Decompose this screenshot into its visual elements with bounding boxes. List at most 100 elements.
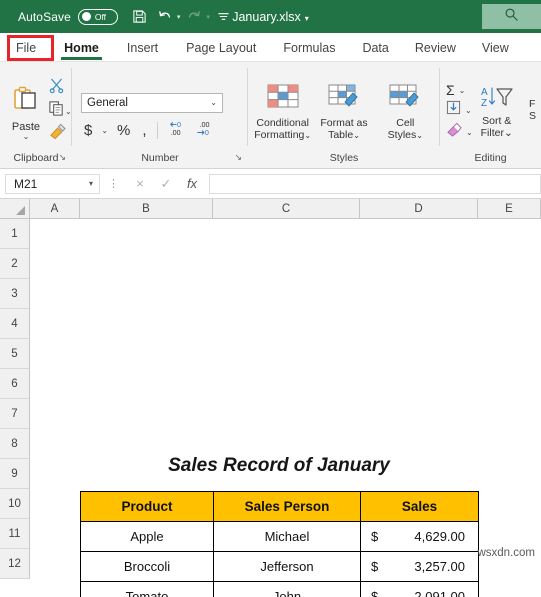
paste-caret-icon[interactable]: ⌄ — [23, 132, 30, 140]
sheet-title[interactable]: Sales Record of January — [80, 451, 478, 481]
percent-format-button[interactable]: % — [117, 122, 130, 139]
table-header-product[interactable]: Product — [80, 491, 214, 522]
clear-caret-icon[interactable]: ⌄ — [466, 128, 473, 136]
column-header-c[interactable]: C — [213, 199, 360, 218]
tab-formulas[interactable]: Formulas — [283, 41, 335, 61]
name-box[interactable]: M21 ▾ — [5, 173, 100, 194]
table-body: Apple Michael $4,629.00 Broccoli Jefferson $… — [80, 521, 479, 597]
cell-product[interactable]: Tomato — [80, 581, 214, 597]
confirm-entry-icon[interactable]: ✓ — [153, 176, 179, 192]
column-header-b[interactable]: B — [80, 199, 213, 218]
cell-person[interactable]: Michael — [213, 521, 361, 552]
divider — [156, 121, 158, 139]
number-group-label: Number — [141, 152, 179, 164]
column-header-a[interactable]: A — [30, 199, 80, 218]
row-header-3[interactable]: 3 — [0, 279, 30, 309]
styles-group-label: Styles — [329, 152, 359, 164]
formula-input[interactable] — [209, 173, 541, 194]
fill-button[interactable]: ⌄ — [446, 100, 473, 120]
sort-filter-icon: A Z — [480, 85, 514, 115]
insert-function-icon[interactable]: fx — [179, 176, 205, 191]
currency-caret-icon[interactable]: ⌄ — [101, 126, 108, 134]
tab-home[interactable]: Home — [61, 41, 102, 61]
row-header-9[interactable]: 9 — [0, 459, 30, 489]
chevron-down-icon[interactable]: ▾ — [89, 179, 93, 188]
paste-label: Paste — [11, 120, 41, 133]
fill-caret-icon[interactable]: ⌄ — [465, 106, 472, 114]
tab-view[interactable]: View — [482, 41, 509, 61]
currency-symbol: $ — [371, 559, 379, 574]
row-header-6[interactable]: 6 — [0, 369, 30, 399]
paste-icon — [11, 85, 41, 120]
column-header-e[interactable]: E — [478, 199, 541, 218]
tab-review[interactable]: Review — [415, 41, 456, 61]
clear-button[interactable]: ⌄ — [446, 122, 473, 142]
conditional-formatting-button[interactable]: Conditional Formatting⌄ — [252, 83, 313, 142]
row-header-8[interactable]: 8 — [0, 429, 30, 459]
autosave-toggle[interactable]: Off — [77, 8, 118, 25]
tab-file[interactable]: File — [16, 41, 36, 61]
format-as-table-button[interactable]: Format as Table⌄ — [313, 83, 374, 142]
tab-page-layout[interactable]: Page Layout — [186, 41, 256, 61]
cell-person[interactable]: Jefferson — [213, 551, 361, 582]
paste-button[interactable]: Paste ⌄ — [4, 85, 48, 140]
row-cells[interactable] — [30, 369, 541, 399]
cut-button[interactable] — [48, 77, 65, 99]
row-cells[interactable] — [30, 339, 541, 369]
copy-button[interactable]: ⌄ — [48, 100, 72, 122]
table-header-sales[interactable]: Sales — [360, 491, 479, 522]
select-all-corner[interactable] — [0, 199, 30, 218]
undo-icon[interactable] — [154, 6, 176, 28]
number-dialog-launcher-icon[interactable]: ↘ — [234, 152, 242, 163]
cell-product[interactable]: Apple — [80, 521, 214, 552]
undo-caret-icon[interactable]: ▾ — [177, 13, 181, 21]
increase-decimal-icon[interactable]: 0.00 — [168, 119, 186, 142]
cell-product[interactable]: Broccoli — [80, 551, 214, 582]
row-header-4[interactable]: 4 — [0, 309, 30, 339]
document-title-caret-icon[interactable]: ▾ — [305, 14, 309, 23]
cell-person[interactable]: John — [213, 581, 361, 597]
autosave-state-label: Off — [94, 11, 107, 22]
row-cells[interactable] — [30, 249, 541, 279]
grid-row: 4 — [0, 309, 541, 339]
row-header-1[interactable]: 1 — [0, 219, 30, 249]
currency-format-button[interactable]: $ — [84, 122, 92, 139]
clipboard-dialog-launcher-icon[interactable]: ↘ — [58, 152, 66, 163]
comma-format-button[interactable]: , — [139, 122, 146, 139]
fill-icon — [446, 100, 461, 120]
number-format-dropdown[interactable]: General ⌄ — [81, 92, 223, 113]
row-cells[interactable] — [30, 279, 541, 309]
format-painter-icon — [48, 123, 67, 145]
row-cells[interactable] — [30, 309, 541, 339]
row-header-7[interactable]: 7 — [0, 399, 30, 429]
table-header-sales-person[interactable]: Sales Person — [213, 491, 361, 522]
cell-sales[interactable]: $4,629.00 — [360, 521, 479, 552]
row-header-11[interactable]: 11 — [0, 519, 30, 549]
row-header-12[interactable]: 12 — [0, 549, 30, 579]
sort-and-filter-button[interactable]: A Z Sort & Filter⌄ — [480, 85, 514, 139]
autosum-caret-icon[interactable]: ⌄ — [459, 86, 466, 94]
formula-bar-grip[interactable]: ⋮ — [108, 177, 119, 190]
tab-insert[interactable]: Insert — [127, 41, 158, 61]
cell-sales[interactable]: $3,257.00 — [360, 551, 479, 582]
row-cells[interactable] — [30, 399, 541, 429]
row-header-10[interactable]: 10 — [0, 489, 30, 519]
cell-styles-button[interactable]: Cell Styles⌄ — [375, 83, 436, 142]
tab-data[interactable]: Data — [362, 41, 388, 61]
column-header-d[interactable]: D — [360, 199, 478, 218]
autosum-button[interactable]: Σ ⌄ — [446, 82, 473, 98]
save-icon[interactable] — [129, 6, 151, 28]
row-header-5[interactable]: 5 — [0, 339, 30, 369]
find-and-select-button[interactable]: F S — [529, 98, 541, 122]
chevron-down-icon[interactable]: ⌄ — [210, 98, 217, 107]
customize-quick-access-icon[interactable] — [213, 6, 235, 28]
row-cells[interactable] — [30, 219, 541, 249]
clear-eraser-icon — [446, 122, 462, 142]
cancel-entry-icon[interactable]: × — [127, 176, 153, 191]
decrease-decimal-icon[interactable]: .00 0 — [195, 119, 213, 142]
search-box[interactable] — [482, 4, 541, 29]
format-painter-button[interactable] — [48, 123, 67, 145]
row-header-2[interactable]: 2 — [0, 249, 30, 279]
table-row: Apple Michael $4,629.00 — [80, 521, 479, 552]
cell-sales[interactable]: $2,091.00 — [360, 581, 479, 597]
